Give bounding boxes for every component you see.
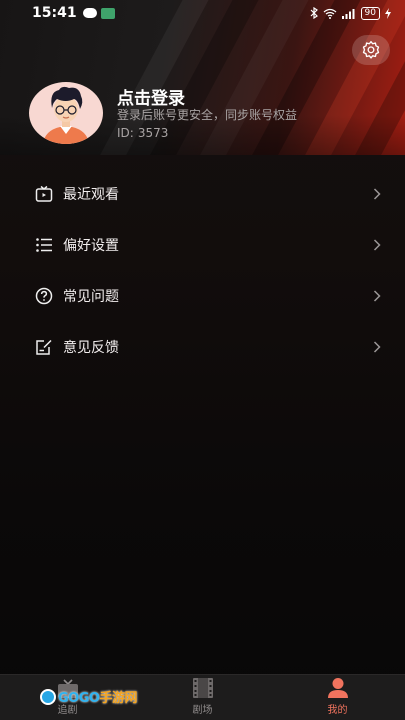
menu-item-faq[interactable]: 常见问题 bbox=[0, 270, 405, 321]
battery-indicator: 90 bbox=[360, 6, 380, 20]
logo-icon bbox=[40, 688, 56, 705]
signal-icon bbox=[341, 8, 355, 19]
watermark-text-blue: GOGO bbox=[58, 691, 100, 706]
tab-label: 剧场 bbox=[192, 705, 213, 716]
menu-item-feedback[interactable]: 意见反馈 bbox=[0, 321, 405, 372]
login-subtitle: 登录后账号更安全，同步账号权益 bbox=[117, 108, 298, 122]
user-id: ID: 3573 bbox=[117, 126, 168, 140]
app-notification-icon bbox=[100, 7, 115, 19]
menu-item-label: 最近观看 bbox=[63, 186, 119, 203]
menu-item-label: 意见反馈 bbox=[63, 339, 119, 356]
edit-note-icon bbox=[34, 337, 54, 357]
list-icon bbox=[34, 235, 54, 255]
user-id-label: ID: bbox=[117, 126, 134, 140]
menu-item-recently-watched[interactable]: 最近观看 bbox=[0, 168, 405, 219]
settings-button[interactable] bbox=[352, 35, 390, 65]
tab-theater[interactable]: 剧场 bbox=[135, 675, 270, 720]
chevron-right-icon bbox=[371, 187, 383, 200]
bluetooth-icon bbox=[310, 7, 318, 19]
tv-icon bbox=[34, 184, 54, 204]
settings-menu: 最近观看 偏好设置 常见问题 意见反馈 bbox=[0, 168, 405, 372]
user-icon bbox=[327, 678, 348, 698]
wifi-icon bbox=[323, 8, 336, 19]
tab-mine[interactable]: 我的 bbox=[270, 675, 405, 720]
gogo-watermark-logo: GOGO手游网 bbox=[40, 687, 137, 706]
film-icon bbox=[192, 678, 213, 698]
message-notification-icon bbox=[82, 7, 97, 18]
status-bar: 15:41 90 bbox=[0, 0, 405, 26]
chevron-right-icon bbox=[371, 238, 383, 251]
gear-icon bbox=[362, 41, 380, 59]
my-profile-screen: 15:41 90 点击登录 登录后账号更安全，同步账号权益 ID: 3573 最… bbox=[0, 0, 405, 720]
question-circle-icon bbox=[34, 286, 54, 306]
watermark-text-orange: 手游网 bbox=[99, 691, 137, 706]
status-time: 15:41 bbox=[32, 5, 77, 21]
charging-icon bbox=[385, 7, 391, 19]
avatar[interactable] bbox=[29, 82, 103, 144]
chevron-right-icon bbox=[371, 289, 383, 302]
user-id-value: 3573 bbox=[137, 126, 169, 140]
menu-item-label: 偏好设置 bbox=[63, 237, 119, 254]
tab-label: 我的 bbox=[327, 705, 348, 716]
menu-item-preferences[interactable]: 偏好设置 bbox=[0, 219, 405, 270]
menu-item-label: 常见问题 bbox=[63, 288, 119, 305]
chevron-right-icon bbox=[371, 340, 383, 353]
